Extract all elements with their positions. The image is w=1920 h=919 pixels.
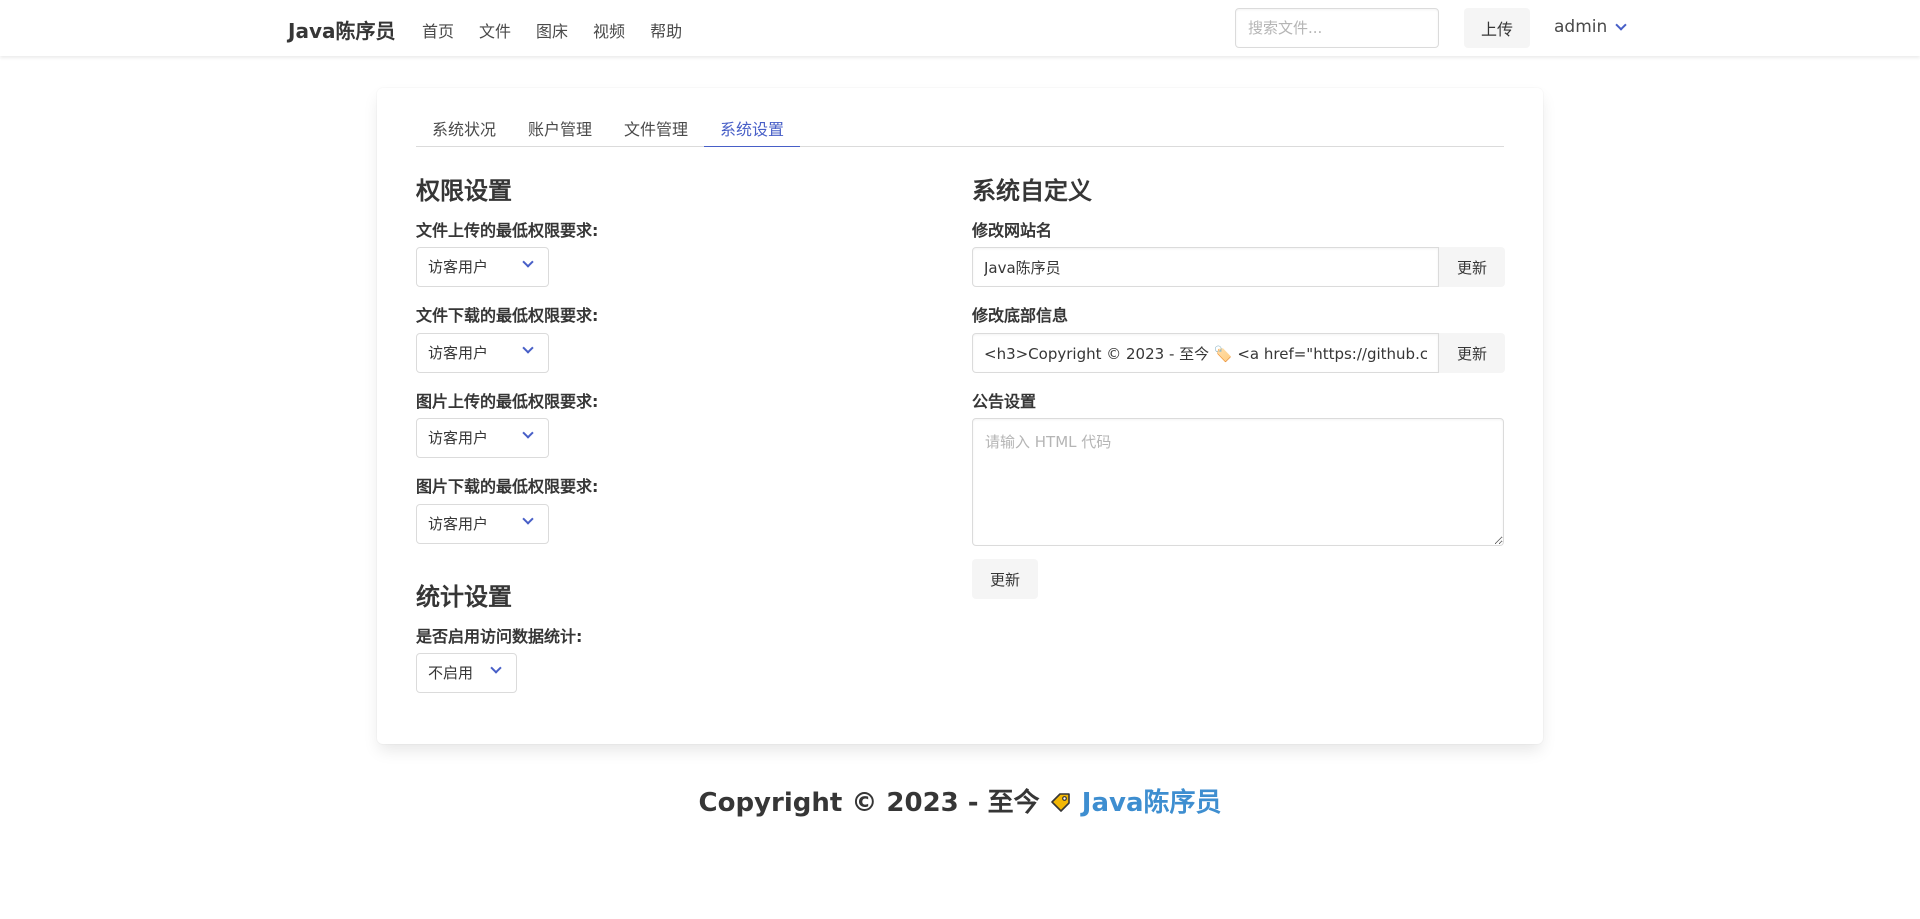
update-notice-button[interactable]: 更新 xyxy=(972,559,1038,599)
top-navbar: Java陈序员 首页 文件 图床 视频 帮助 上传 admin xyxy=(0,0,1920,56)
site-name-input[interactable] xyxy=(972,247,1439,287)
permissions-heading: 权限设置 xyxy=(416,177,512,205)
statistics-heading: 统计设置 xyxy=(416,583,512,611)
tab-system-settings[interactable]: 系统设置 xyxy=(704,108,801,147)
image-download-permission-label: 图片下载的最低权限要求: xyxy=(416,477,599,496)
admin-tabs: 系统状况 账户管理 文件管理 系统设置 xyxy=(416,108,1504,147)
tab-file-management[interactable]: 文件管理 xyxy=(608,108,704,147)
chevron-down-icon xyxy=(522,256,534,268)
chevron-down-icon xyxy=(1615,19,1627,31)
nav-link-home[interactable]: 首页 xyxy=(422,18,454,42)
chevron-down-icon xyxy=(522,342,534,354)
footer-info-input[interactable] xyxy=(972,333,1439,373)
nav-link-files[interactable]: 文件 xyxy=(479,18,511,42)
chevron-down-icon xyxy=(522,427,534,439)
upload-button[interactable]: 上传 xyxy=(1464,8,1530,48)
page-footer: Copyright © 2023 - 至今 Java陈序员 xyxy=(0,782,1920,819)
notice-label: 公告设置 xyxy=(972,392,1037,411)
customization-heading: 系统自定义 xyxy=(972,177,1092,205)
site-brand[interactable]: Java陈序员 xyxy=(288,15,395,44)
tab-system-status[interactable]: 系统状况 xyxy=(416,108,512,147)
select-value: 访客用户 xyxy=(428,344,489,362)
image-upload-permission-label: 图片上传的最低权限要求: xyxy=(416,392,599,411)
image-download-permission-select[interactable]: 访客用户 xyxy=(416,504,549,544)
statistics-label: 是否启用访问数据统计: xyxy=(416,627,583,646)
chevron-down-icon xyxy=(490,662,502,674)
user-name: admin xyxy=(1554,17,1608,37)
nav-link-images[interactable]: 图床 xyxy=(536,18,568,42)
file-upload-permission-select[interactable]: 访客用户 xyxy=(416,247,549,287)
tag-icon xyxy=(1050,793,1070,812)
image-upload-permission-select[interactable]: 访客用户 xyxy=(416,418,549,458)
site-name-label: 修改网站名 xyxy=(972,221,1053,240)
footer-link[interactable]: Java陈序员 xyxy=(1082,788,1222,818)
main-nav: 首页 文件 图床 视频 帮助 xyxy=(422,18,707,42)
nav-link-videos[interactable]: 视频 xyxy=(593,18,625,42)
file-download-permission-select[interactable]: 访客用户 xyxy=(416,333,549,373)
select-value: 不启用 xyxy=(428,664,474,682)
select-value: 访客用户 xyxy=(428,515,489,533)
statistics-select[interactable]: 不启用 xyxy=(416,653,517,693)
select-value: 访客用户 xyxy=(428,258,489,276)
footer-info-label: 修改底部信息 xyxy=(972,306,1069,325)
nav-link-help[interactable]: 帮助 xyxy=(650,18,682,42)
select-value: 访客用户 xyxy=(428,429,489,447)
notice-textarea[interactable] xyxy=(972,418,1504,546)
update-footer-button[interactable]: 更新 xyxy=(1439,333,1505,373)
chevron-down-icon xyxy=(522,513,534,525)
footer-copyright: Copyright © 2023 - 至今 xyxy=(698,788,1040,818)
tab-account-management[interactable]: 账户管理 xyxy=(512,108,608,147)
search-input[interactable] xyxy=(1235,8,1439,48)
file-upload-permission-label: 文件上传的最低权限要求: xyxy=(416,221,599,240)
user-menu[interactable]: admin xyxy=(1554,17,1627,37)
file-download-permission-label: 文件下载的最低权限要求: xyxy=(416,306,599,325)
update-site-name-button[interactable]: 更新 xyxy=(1439,247,1505,287)
